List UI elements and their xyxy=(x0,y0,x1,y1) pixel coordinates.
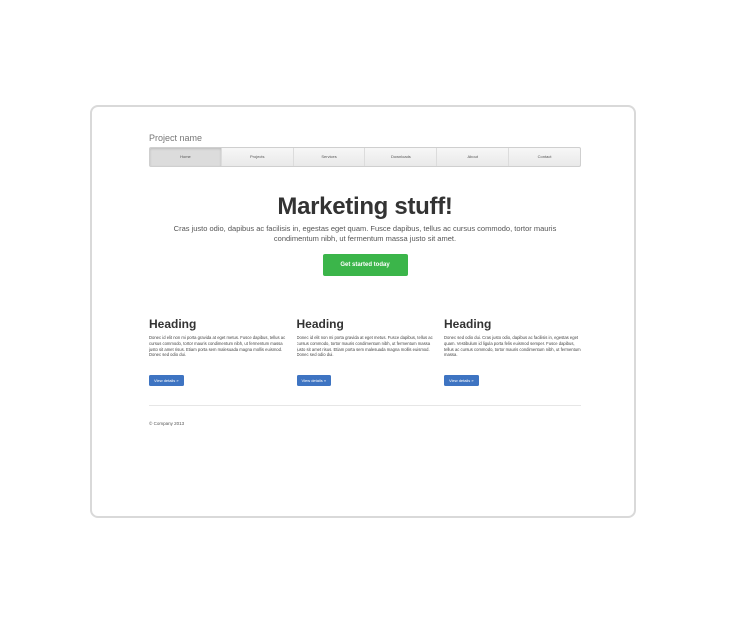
view-details-button[interactable]: View details » xyxy=(444,375,479,386)
get-started-button[interactable]: Get started today xyxy=(322,254,408,276)
browser-frame: Project name Home Projects Services Down… xyxy=(90,105,636,518)
nav-item-services[interactable]: Services xyxy=(294,148,366,166)
feature-columns: Heading Donec id elit non mi porta gravi… xyxy=(149,317,581,387)
hero-section: Marketing stuff! Cras justo odio, dapibu… xyxy=(149,194,581,276)
feature-column: Heading Donec sed odio dui. Cras justo o… xyxy=(444,317,581,387)
footer-divider xyxy=(149,405,581,406)
hero-lead: Cras justo odio, dapibus ac facilisis in… xyxy=(173,224,557,243)
column-text: Donec id elit non mi porta gravida at eg… xyxy=(149,335,286,358)
nav-item-contact[interactable]: Contact xyxy=(509,148,580,166)
column-heading: Heading xyxy=(149,317,197,331)
nav-item-about[interactable]: About xyxy=(437,148,510,166)
hero-title: Marketing stuff! xyxy=(277,193,453,220)
nav-item-projects[interactable]: Projects xyxy=(222,148,294,166)
project-name[interactable]: Project name xyxy=(149,133,581,144)
view-details-button[interactable]: View details » xyxy=(296,375,332,386)
nav-item-downloads[interactable]: Downloads xyxy=(365,148,438,166)
page-container: Project name Home Projects Services Down… xyxy=(149,133,581,426)
column-heading: Heading xyxy=(296,317,344,331)
footer-copyright: © Company 2013 xyxy=(149,421,185,426)
view-details-button[interactable]: View details » xyxy=(149,375,184,386)
feature-column: Heading Donec id elit non mi porta gravi… xyxy=(296,317,434,387)
column-text: Donec id elit non mi porta gravida at eg… xyxy=(296,335,433,358)
column-text: Donec sed odio dui. Cras justo odio, dap… xyxy=(444,335,581,358)
nav-item-home[interactable]: Home xyxy=(150,148,222,166)
nav-bar: Home Projects Services Downloads About C… xyxy=(149,147,581,167)
feature-column: Heading Donec id elit non mi porta gravi… xyxy=(149,317,286,387)
column-heading: Heading xyxy=(444,317,492,331)
